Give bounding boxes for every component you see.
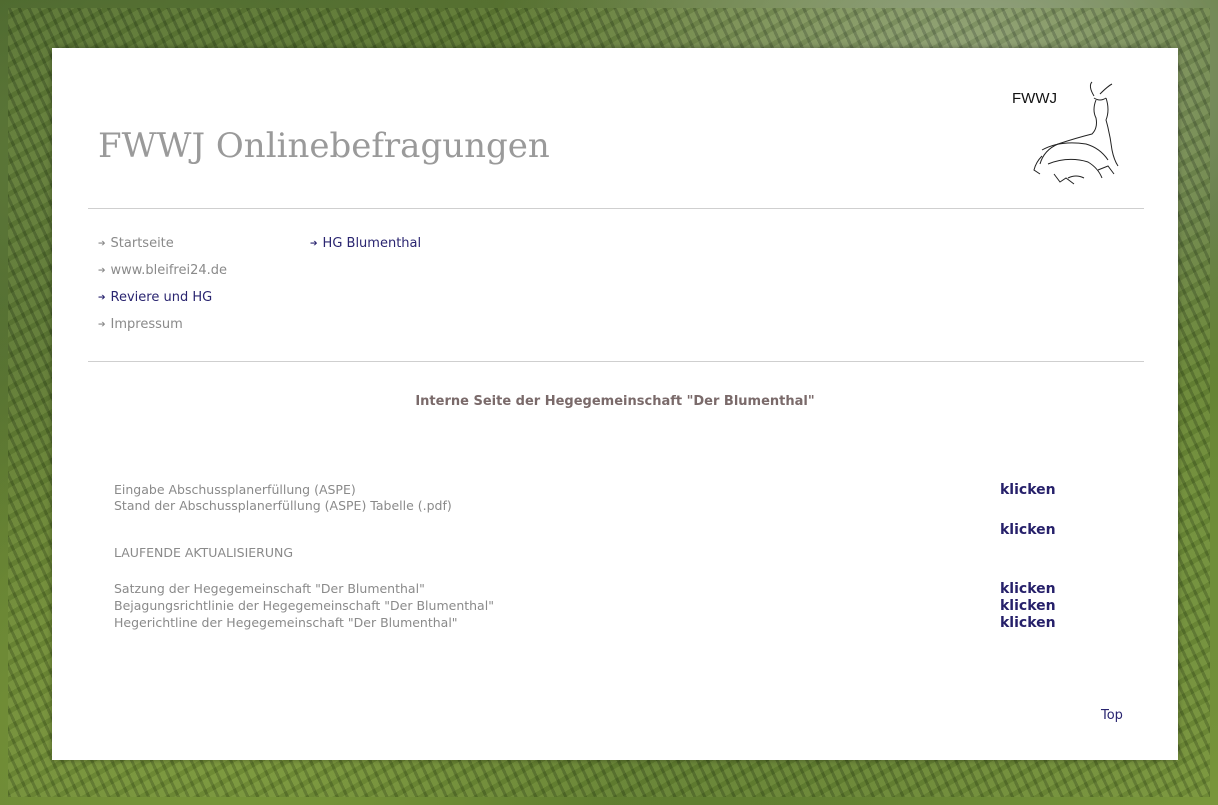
- nav-item-reviere-und-hg[interactable]: ➔ Reviere und HG: [98, 290, 227, 317]
- nav-item-bleifrei24[interactable]: ➔ www.bleifrei24.de: [98, 263, 227, 290]
- deer-logo-icon: [1033, 81, 1119, 185]
- bejagung-link[interactable]: klicken: [1000, 598, 1056, 614]
- nav-item-label: Startseite: [110, 236, 174, 251]
- aspe-input-link[interactable]: klicken: [1000, 482, 1056, 498]
- hege-link[interactable]: klicken: [1000, 615, 1056, 631]
- arrow-right-icon: ➔: [98, 293, 106, 303]
- nav-item-startseite[interactable]: ➔ Startseite: [98, 236, 227, 263]
- satzung-link[interactable]: klicken: [1000, 581, 1056, 597]
- main-navigation: ➔ Startseite ➔ www.bleifrei24.de ➔ Reviere …: [98, 236, 227, 344]
- satzung-text: Satzung der Hegegemeinschaft "Der Blumen…: [114, 581, 425, 596]
- fwwj-logo: FWWJ: [1012, 78, 1130, 190]
- top-link[interactable]: Top: [1101, 708, 1123, 723]
- content-panel: FWWJ Onlinebefragungen FWWJ ➔ Startseite …: [52, 48, 1178, 760]
- arrow-right-icon: ➔: [98, 239, 106, 249]
- arrow-right-icon: ➔: [98, 266, 106, 276]
- updating-label: LAUFENDE AKTUALISIERUNG: [114, 545, 294, 560]
- page-heading: Interne Seite der Hegegemeinschaft "Der …: [415, 394, 815, 409]
- arrow-right-icon: ➔: [98, 320, 106, 330]
- nav-item-impressum[interactable]: ➔ Impressum: [98, 317, 227, 344]
- arrow-right-icon: ➔: [310, 239, 318, 249]
- site-title: FWWJ Onlinebefragungen: [98, 126, 550, 166]
- subnav-item-hg-blumenthal[interactable]: ➔ HG Blumenthal: [310, 236, 421, 251]
- bejagung-text: Bejagungsrichtlinie der Hegegemeinschaft…: [114, 598, 494, 613]
- aspe-table-text: Stand der Abschussplanerfüllung (ASPE) T…: [114, 498, 452, 513]
- aspe-input-text: Eingabe Abschussplanerfüllung (ASPE): [114, 482, 356, 497]
- nav-item-label: Reviere und HG: [110, 290, 213, 305]
- header-divider: [88, 208, 1144, 209]
- hege-text: Hegerichtline der Hegegemeinschaft "Der …: [114, 615, 458, 630]
- subnav-item-label: HG Blumenthal: [322, 236, 422, 251]
- nav-divider: [88, 361, 1144, 362]
- nav-item-label: Impressum: [110, 317, 183, 332]
- aspe-table-link[interactable]: klicken: [1000, 522, 1056, 538]
- nav-item-label: www.bleifrei24.de: [110, 263, 228, 278]
